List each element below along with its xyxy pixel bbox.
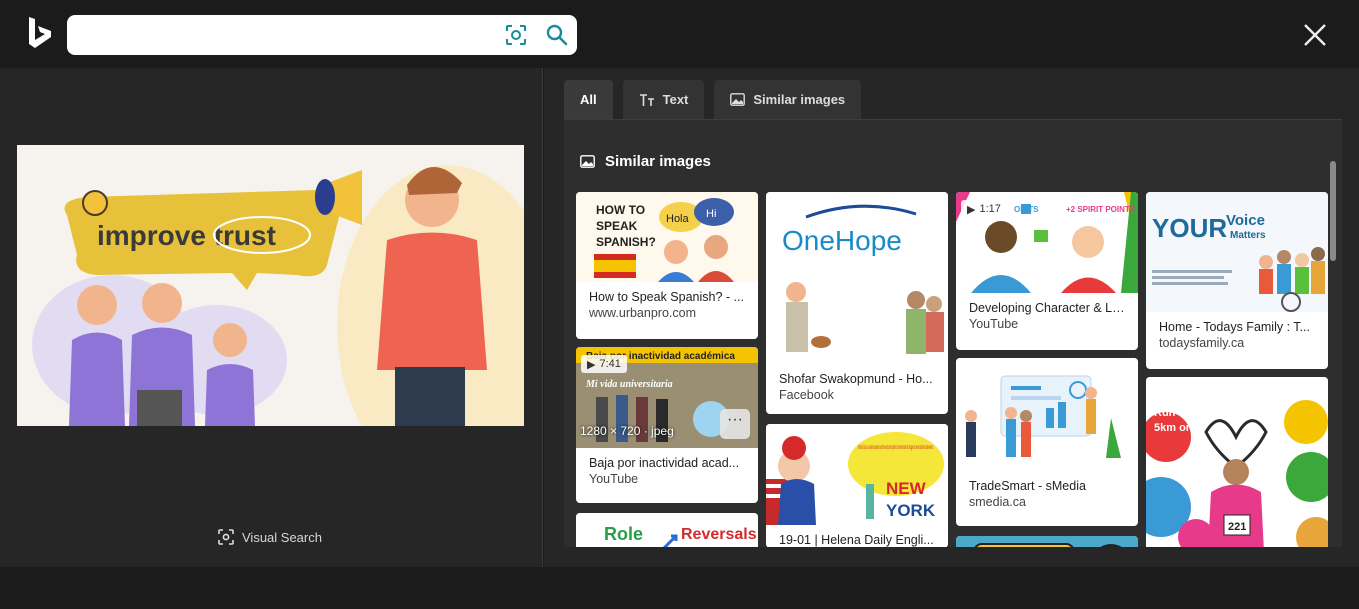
svg-text:SPANISH?: SPANISH? bbox=[596, 235, 656, 249]
svg-text:Women's Day is a day when peop: Women's Day is a day when people around … bbox=[858, 445, 933, 451]
result-thumbnail: Baja por inactividad académica Mi vida u… bbox=[576, 347, 758, 448]
result-title: 19-01 | Helena Daily Engli... bbox=[779, 533, 934, 547]
result-thumbnail bbox=[956, 536, 1138, 547]
svg-text:Mi vida universitaria: Mi vida universitaria bbox=[585, 379, 673, 390]
search-box bbox=[67, 15, 577, 55]
image-dimensions: 1280 × 720 · jpeg bbox=[580, 424, 674, 438]
result-source: smedia.ca bbox=[969, 495, 1026, 509]
svg-text:SPEAK: SPEAK bbox=[596, 219, 638, 233]
result-card[interactable]: HOW TO SPEAK SPANISH? Hola Hi How to Spe… bbox=[576, 192, 758, 339]
result-thumbnail: YOUR Voice Matters bbox=[1146, 192, 1328, 312]
result-source: todaysfamily.ca bbox=[1159, 336, 1245, 350]
result-thumbnail: Women's Day is a day when people around … bbox=[766, 424, 948, 525]
result-card[interactable] bbox=[956, 536, 1138, 547]
section-title: Similar images bbox=[605, 153, 711, 170]
result-card[interactable]: OINTS +2 SPIRIT POINTS ▶ 1:17 Developing… bbox=[956, 192, 1138, 350]
svg-text:221: 221 bbox=[1228, 521, 1246, 533]
tab-label: All bbox=[580, 92, 597, 107]
text-icon bbox=[639, 93, 654, 106]
visual-search-link[interactable]: Visual Search bbox=[218, 527, 322, 547]
svg-text:Matters: Matters bbox=[1230, 230, 1266, 241]
result-source: Facebook bbox=[779, 388, 834, 402]
tab-label: Text bbox=[662, 92, 689, 107]
result-title: Developing Character & Li... bbox=[969, 301, 1125, 315]
svg-text:Role: Role bbox=[604, 524, 643, 544]
svg-text:+2 SPIRIT POINTS: +2 SPIRIT POINTS bbox=[1066, 205, 1136, 214]
visual-search-label: Visual Search bbox=[242, 529, 322, 545]
svg-text:OINTS: OINTS bbox=[1014, 205, 1039, 214]
image-icon bbox=[580, 155, 595, 168]
result-card[interactable]: YOUR Voice Matters Home - Todays Family … bbox=[1146, 192, 1328, 369]
result-title: Home - Todays Family : T... bbox=[1159, 320, 1310, 334]
result-thumbnail bbox=[956, 358, 1138, 471]
search-input[interactable] bbox=[79, 23, 499, 47]
result-thumbnail: Role Reversals bbox=[576, 513, 758, 547]
result-card[interactable]: OneHope Shofar Swakopmund - Ho... Facebo… bbox=[766, 192, 948, 414]
svg-text:Hola: Hola bbox=[666, 213, 690, 225]
result-source: YouTube bbox=[969, 317, 1019, 331]
main-image-caption: improve trust bbox=[97, 220, 276, 251]
play-icon: ▶ bbox=[967, 203, 976, 216]
search-icon[interactable] bbox=[545, 23, 569, 47]
image-icon bbox=[730, 93, 746, 106]
svg-text:Reversals: Reversals bbox=[681, 526, 757, 543]
tab-bar: All Text Similar images bbox=[564, 80, 862, 119]
result-card[interactable]: Women's Day is a day when people around … bbox=[766, 424, 948, 547]
svg-text:NEW: NEW bbox=[886, 479, 927, 498]
result-card[interactable]: Role Reversals bbox=[576, 513, 758, 547]
result-title: Shofar Swakopmund - Ho... bbox=[779, 372, 933, 386]
result-source: www.urbanpro.com bbox=[589, 306, 696, 320]
result-thumbnail: Run Cardiff Bute Park 5km or 10km 221 bbox=[1146, 377, 1328, 547]
main-image: improve trust bbox=[17, 145, 524, 426]
section-header: Similar images bbox=[580, 153, 711, 170]
svg-text:OneHope: OneHope bbox=[782, 225, 902, 256]
bottom-bar bbox=[0, 567, 1359, 609]
tab-all[interactable]: All bbox=[564, 80, 613, 119]
scrollbar[interactable] bbox=[1330, 161, 1336, 261]
tab-text[interactable]: Text bbox=[622, 80, 705, 119]
result-card[interactable]: Baja por inactividad académica Mi vida u… bbox=[576, 347, 758, 503]
visual-search-icon[interactable] bbox=[505, 24, 527, 46]
tab-label: Similar images bbox=[753, 92, 846, 107]
svg-text:Hi: Hi bbox=[706, 208, 716, 220]
top-bar bbox=[0, 0, 1359, 68]
results-panel: All Text Similar images Similar images H… bbox=[544, 68, 1359, 567]
svg-text:YOUR: YOUR bbox=[1152, 213, 1227, 243]
similar-images-section: Similar images HOW TO SPEAK SPANISH? Hol… bbox=[564, 119, 1342, 547]
svg-text:Run Cardiff Bute Park: Run Cardiff Bute Park bbox=[1154, 407, 1269, 419]
play-icon: ▶ bbox=[587, 358, 596, 371]
result-title: TradeSmart - sMedia bbox=[969, 479, 1086, 493]
svg-text:Voice: Voice bbox=[1226, 212, 1265, 229]
tab-similar-images[interactable]: Similar images bbox=[714, 80, 862, 119]
result-thumbnail: HOW TO SPEAK SPANISH? Hola Hi bbox=[576, 192, 758, 282]
result-thumbnail: OneHope bbox=[766, 192, 948, 364]
video-duration-badge: ▶ 7:41 bbox=[581, 355, 627, 373]
result-title: How to Speak Spanish? - ... bbox=[589, 290, 744, 304]
result-card[interactable]: Run Cardiff Bute Park 5km or 10km 221 bbox=[1146, 377, 1328, 547]
close-icon[interactable] bbox=[1300, 20, 1330, 50]
svg-text:HOW TO: HOW TO bbox=[596, 203, 645, 217]
result-thumbnail: OINTS +2 SPIRIT POINTS ▶ 1:17 bbox=[956, 192, 1138, 293]
svg-text:YORK: YORK bbox=[886, 501, 936, 520]
video-duration-badge: ▶ 1:17 bbox=[961, 200, 1007, 218]
visual-search-icon bbox=[218, 529, 234, 545]
more-options-button[interactable]: ··· bbox=[720, 409, 750, 439]
result-card[interactable]: TradeSmart - sMedia smedia.ca bbox=[956, 358, 1138, 526]
bing-logo[interactable] bbox=[26, 16, 54, 50]
preview-panel: improve trust Visual Search bbox=[0, 68, 543, 567]
result-title: Baja por inactividad acad... bbox=[589, 456, 740, 470]
result-source: YouTube bbox=[589, 472, 639, 486]
